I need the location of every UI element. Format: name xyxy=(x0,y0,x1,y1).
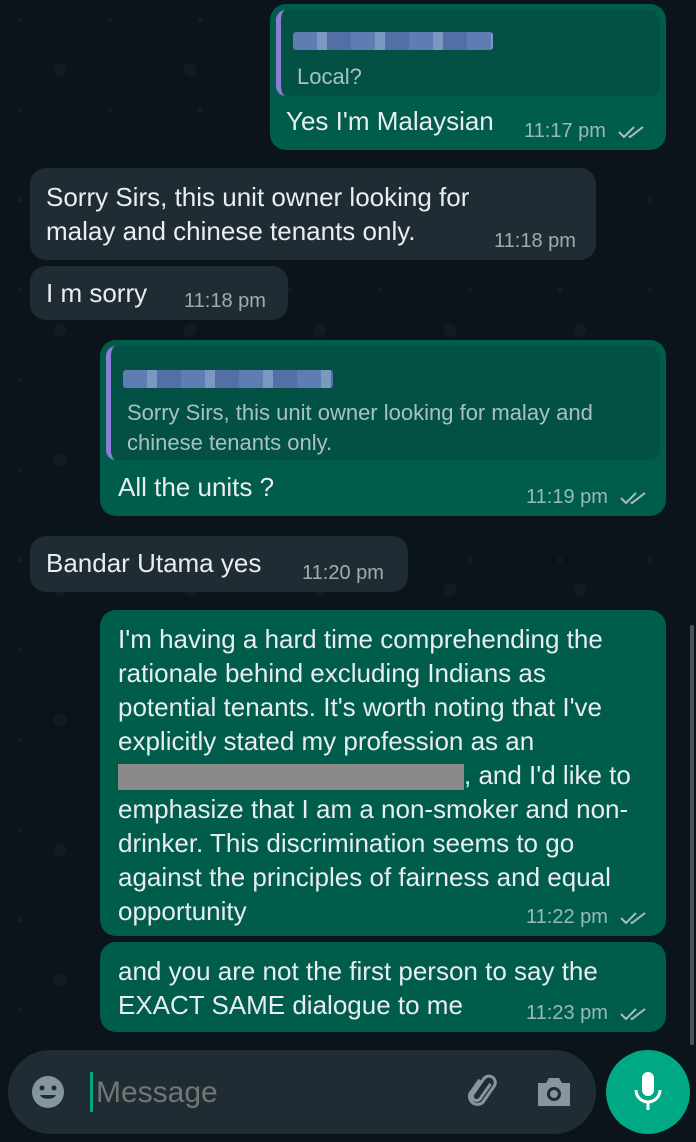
outgoing-message-bubble[interactable]: and you are not the first person to say … xyxy=(100,942,666,1032)
message-text-part-1: I'm having a hard time comprehending the… xyxy=(118,624,603,756)
message-text: I'm having a hard time comprehending the… xyxy=(118,622,648,928)
outgoing-message-bubble[interactable]: Local? Yes I'm Malaysian 11:17 pm xyxy=(270,4,666,150)
message-time: 11:17 pm xyxy=(524,120,647,143)
timestamp: 11:22 pm xyxy=(526,906,608,928)
redacted-profession xyxy=(118,764,464,791)
message-composer xyxy=(8,1050,596,1134)
camera-icon[interactable] xyxy=(534,1074,574,1110)
message-text: All the units ? xyxy=(118,472,275,502)
message-time: 11:23 pm xyxy=(526,1002,649,1025)
reply-quote[interactable]: Local? xyxy=(276,10,660,96)
message-text: Bandar Utama yes xyxy=(46,548,262,578)
incoming-message-bubble[interactable]: Sorry Sirs, this unit owner looking for … xyxy=(30,168,596,260)
incoming-message-bubble[interactable]: Bandar Utama yes 11:20 pm xyxy=(30,536,408,592)
message-text: I m sorry xyxy=(46,278,148,308)
timestamp: 11:18 pm xyxy=(494,230,576,252)
quoted-message-text: Sorry Sirs, this unit owner looking for … xyxy=(127,400,593,455)
reply-quote[interactable]: Sorry Sirs, this unit owner looking for … xyxy=(106,346,660,460)
timestamp: 11:23 pm xyxy=(526,1002,608,1024)
voice-record-button[interactable] xyxy=(606,1050,690,1134)
quoted-sender-name-redacted xyxy=(293,32,493,50)
message-text: Sorry Sirs, this unit owner looking for … xyxy=(46,182,470,246)
message-text: Yes I'm Malaysian xyxy=(286,106,494,136)
timestamp: 11:20 pm xyxy=(302,562,384,584)
outgoing-message-bubble[interactable]: Sorry Sirs, this unit owner looking for … xyxy=(100,340,666,516)
attach-icon[interactable] xyxy=(464,1072,504,1112)
mic-icon xyxy=(634,1072,662,1110)
timestamp: 11:19 pm xyxy=(526,486,608,508)
text-cursor xyxy=(90,1072,93,1112)
message-time: 11:19 pm xyxy=(526,486,649,509)
read-ticks-icon xyxy=(620,491,647,505)
read-ticks-icon xyxy=(618,125,645,139)
timestamp: 11:17 pm xyxy=(524,120,606,142)
message-input[interactable] xyxy=(94,1068,438,1118)
read-ticks-icon xyxy=(620,911,647,925)
emoji-icon[interactable] xyxy=(30,1074,66,1110)
outgoing-message-bubble[interactable]: I'm having a hard time comprehending the… xyxy=(100,610,666,936)
read-ticks-icon xyxy=(620,1007,647,1021)
incoming-message-bubble[interactable]: I m sorry 11:18 pm xyxy=(30,266,288,320)
scrollbar[interactable] xyxy=(690,625,694,1045)
quoted-sender-name-redacted xyxy=(123,370,333,388)
timestamp: 11:18 pm xyxy=(184,290,266,312)
message-time: 11:22 pm xyxy=(526,906,649,929)
quoted-message-text: Local? xyxy=(297,64,362,89)
